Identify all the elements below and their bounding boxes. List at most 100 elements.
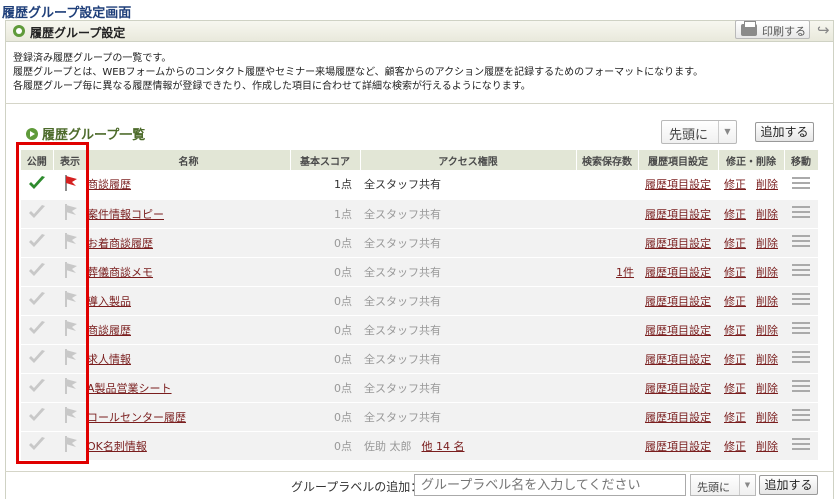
flag-icon[interactable] bbox=[60, 233, 80, 253]
check-icon[interactable] bbox=[27, 348, 47, 366]
item-settings-link[interactable]: 履歴項目設定 bbox=[645, 440, 711, 453]
drag-handle-icon[interactable] bbox=[792, 293, 810, 305]
settings-cell: 履歴項目設定 bbox=[638, 257, 718, 287]
edit-cell: 修正 削除 bbox=[718, 170, 784, 200]
show-cell bbox=[53, 431, 87, 461]
drag-handle-icon[interactable] bbox=[792, 235, 810, 247]
drag-handle-icon[interactable] bbox=[792, 409, 810, 421]
group-name-link[interactable]: 案件情報コピー bbox=[87, 208, 164, 221]
drag-handle-icon[interactable] bbox=[792, 264, 810, 276]
item-settings-link[interactable]: 履歴項目設定 bbox=[645, 324, 711, 337]
drag-handle-icon[interactable] bbox=[792, 322, 810, 334]
edit-link[interactable]: 修正 bbox=[724, 411, 746, 424]
group-name-link[interactable]: 商談履歴 bbox=[87, 178, 131, 191]
item-settings-link[interactable]: 履歴項目設定 bbox=[645, 295, 711, 308]
group-table: 公開 表示 名称 基本スコア アクセス権限 検索保存数 履歴項目設定 修正・削除… bbox=[21, 150, 819, 461]
flag-icon[interactable] bbox=[60, 320, 80, 340]
table-row: A製品営業シート 0点 全スタッフ共有 履歴項目設定 修正 削除 bbox=[21, 373, 818, 403]
score-cell: 0点 bbox=[290, 257, 360, 287]
saved-search-count-link[interactable]: 1件 bbox=[616, 266, 634, 279]
group-name-link[interactable]: 導入製品 bbox=[87, 295, 131, 308]
print-button[interactable]: 印刷する bbox=[735, 20, 810, 39]
count-cell bbox=[576, 431, 638, 461]
delete-link[interactable]: 削除 bbox=[756, 178, 778, 191]
check-icon[interactable] bbox=[27, 435, 47, 453]
drag-handle-icon[interactable] bbox=[792, 176, 810, 189]
delete-link[interactable]: 削除 bbox=[756, 382, 778, 395]
edit-link[interactable]: 修正 bbox=[724, 382, 746, 395]
item-settings-link[interactable]: 履歴項目設定 bbox=[645, 237, 711, 250]
item-settings-link[interactable]: 履歴項目設定 bbox=[645, 208, 711, 221]
show-cell bbox=[53, 373, 87, 403]
access-text: 全スタッフ共有 bbox=[364, 207, 441, 221]
flag-icon[interactable] bbox=[60, 436, 80, 456]
name-cell: 商談履歴 bbox=[87, 315, 290, 345]
edit-link[interactable]: 修正 bbox=[724, 266, 746, 279]
table-row: 導入製品 0点 全スタッフ共有 履歴項目設定 修正 削除 bbox=[21, 286, 818, 316]
flag-icon[interactable] bbox=[60, 262, 80, 282]
edit-link[interactable]: 修正 bbox=[724, 440, 746, 453]
access-more-link[interactable]: 他 14 名 bbox=[422, 440, 465, 453]
add-group-button[interactable]: 追加する bbox=[755, 122, 814, 142]
group-name-link[interactable]: 葬儀商談メモ bbox=[87, 266, 153, 279]
flag-icon[interactable] bbox=[60, 407, 80, 427]
label-position-select[interactable]: 先頭に ▼ bbox=[690, 474, 756, 496]
check-icon[interactable] bbox=[27, 319, 47, 337]
flag-icon[interactable] bbox=[60, 378, 80, 398]
check-icon[interactable] bbox=[27, 377, 47, 395]
drag-handle-icon[interactable] bbox=[792, 380, 810, 392]
access-text: 全スタッフ共有 bbox=[364, 178, 441, 192]
delete-link[interactable]: 削除 bbox=[756, 440, 778, 453]
pub-cell bbox=[21, 402, 53, 432]
check-icon[interactable] bbox=[27, 290, 47, 308]
edit-link[interactable]: 修正 bbox=[724, 324, 746, 337]
delete-link[interactable]: 削除 bbox=[756, 295, 778, 308]
flag-icon[interactable] bbox=[60, 204, 80, 224]
item-settings-link[interactable]: 履歴項目設定 bbox=[645, 382, 711, 395]
col-edit: 修正・削除 bbox=[718, 150, 785, 170]
item-settings-link[interactable]: 履歴項目設定 bbox=[645, 178, 711, 191]
check-icon[interactable] bbox=[27, 261, 47, 279]
back-arrow-icon[interactable]: ↪ bbox=[817, 22, 833, 38]
count-cell bbox=[576, 170, 638, 200]
edit-cell: 修正 削除 bbox=[718, 402, 784, 432]
score-cell: 0点 bbox=[290, 228, 360, 258]
add-label-button[interactable]: 追加する bbox=[759, 475, 818, 495]
count-cell bbox=[576, 286, 638, 316]
delete-link[interactable]: 削除 bbox=[756, 208, 778, 221]
edit-link[interactable]: 修正 bbox=[724, 353, 746, 366]
delete-link[interactable]: 削除 bbox=[756, 266, 778, 279]
edit-link[interactable]: 修正 bbox=[724, 208, 746, 221]
group-name-link[interactable]: お着商談履歴 bbox=[87, 237, 153, 250]
group-name-link[interactable]: 求人情報 bbox=[87, 353, 131, 366]
check-icon[interactable] bbox=[27, 232, 47, 250]
check-icon[interactable] bbox=[27, 174, 47, 192]
flag-icon[interactable] bbox=[60, 174, 80, 195]
edit-link[interactable]: 修正 bbox=[724, 237, 746, 250]
panel-header: 履歴グループ設定 bbox=[5, 20, 834, 42]
edit-link[interactable]: 修正 bbox=[724, 178, 746, 191]
position-select[interactable]: 先頭に ▼ bbox=[661, 120, 737, 144]
delete-link[interactable]: 削除 bbox=[756, 353, 778, 366]
flag-icon[interactable] bbox=[60, 291, 80, 311]
item-settings-link[interactable]: 履歴項目設定 bbox=[645, 266, 711, 279]
group-name-link[interactable]: OK名刺情報 bbox=[87, 440, 147, 453]
access-cell: 全スタッフ共有 bbox=[360, 257, 576, 287]
drag-handle-icon[interactable] bbox=[792, 351, 810, 363]
item-settings-link[interactable]: 履歴項目設定 bbox=[645, 411, 711, 424]
group-name-link[interactable]: コールセンター履歴 bbox=[87, 411, 186, 424]
check-icon[interactable] bbox=[27, 406, 47, 424]
flag-icon[interactable] bbox=[60, 349, 80, 369]
item-settings-link[interactable]: 履歴項目設定 bbox=[645, 353, 711, 366]
move-cell bbox=[784, 402, 818, 432]
group-name-link[interactable]: 商談履歴 bbox=[87, 324, 131, 337]
group-name-link[interactable]: A製品営業シート bbox=[87, 382, 172, 395]
group-label-input[interactable] bbox=[414, 474, 686, 496]
check-icon[interactable] bbox=[27, 203, 47, 221]
delete-link[interactable]: 削除 bbox=[756, 324, 778, 337]
delete-link[interactable]: 削除 bbox=[756, 237, 778, 250]
drag-handle-icon[interactable] bbox=[792, 438, 810, 450]
edit-link[interactable]: 修正 bbox=[724, 295, 746, 308]
drag-handle-icon[interactable] bbox=[792, 206, 810, 218]
delete-link[interactable]: 削除 bbox=[756, 411, 778, 424]
